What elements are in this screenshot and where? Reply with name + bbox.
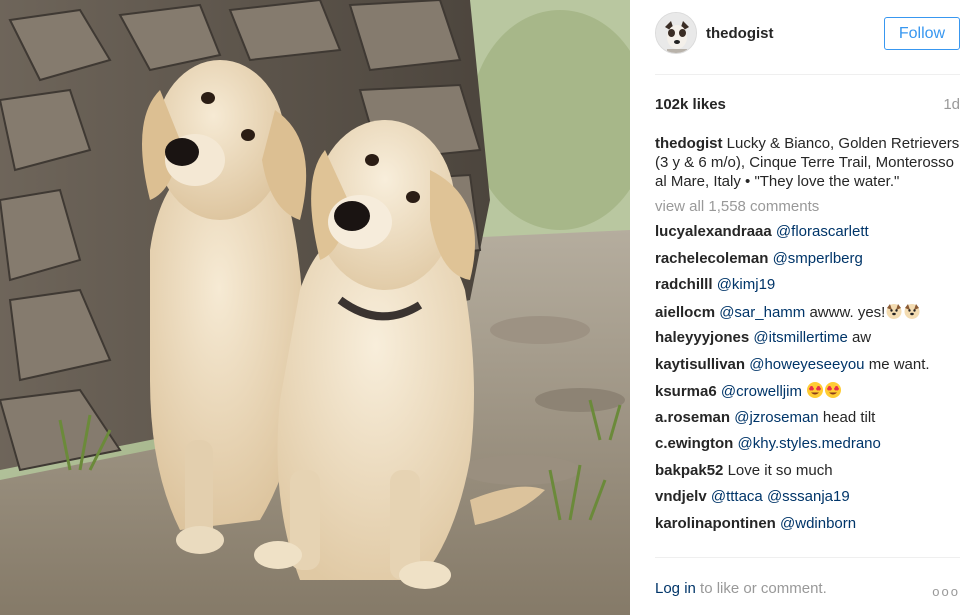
comment-mention[interactable]: @wdinborn bbox=[780, 515, 856, 532]
comment-mention[interactable]: @jzroseman bbox=[734, 409, 818, 426]
comment-text: Love it so much bbox=[727, 461, 833, 479]
header-divider bbox=[655, 74, 960, 75]
comment-mention[interactable]: @smperlberg bbox=[773, 250, 863, 267]
post-timestamp[interactable]: 1d bbox=[943, 96, 960, 113]
golden-retrievers-photo bbox=[0, 0, 630, 615]
comment-username[interactable]: vndjelv bbox=[655, 488, 707, 505]
login-prompt-text: to like or comment. bbox=[695, 580, 827, 597]
comment-username[interactable]: radchilll bbox=[655, 276, 713, 293]
comment-row: haleyyyjones @itsmillertime aw bbox=[655, 328, 960, 355]
footer-divider bbox=[655, 557, 960, 558]
comment-row: vndjelv @tttaca @sssanja19 bbox=[655, 487, 960, 514]
post-header: thedogist Follow bbox=[655, 12, 960, 54]
comment-username[interactable]: bakpak52 bbox=[655, 462, 723, 479]
comment-mention[interactable]: @tttaca @sssanja19 bbox=[711, 488, 850, 505]
comment-username[interactable]: c.ewington bbox=[655, 435, 733, 452]
view-all-comments-link[interactable]: view all 1,558 comments bbox=[655, 197, 960, 216]
post-footer: Log in to like or comment. ooo bbox=[655, 580, 960, 604]
comment-row: bakpak52 Love it so much bbox=[655, 461, 960, 488]
comment-username[interactable]: aiellocm bbox=[655, 304, 715, 321]
heart-eyes-emoji-icon bbox=[806, 381, 824, 404]
comment-row: aiellocm @sar_hamm awww. yes! bbox=[655, 302, 960, 329]
dog-face-emoji-icon bbox=[885, 302, 903, 325]
comment-username[interactable]: rachelecoleman bbox=[655, 250, 768, 267]
comment-row: kaytisullivan @howeyeseeyou me want. bbox=[655, 355, 960, 382]
comment-mention[interactable]: @crowelljim bbox=[721, 383, 802, 400]
comment-username[interactable]: kaytisullivan bbox=[655, 356, 745, 373]
comment-row: rachelecoleman @smperlberg bbox=[655, 249, 960, 276]
heart-eyes-emoji-icon bbox=[824, 381, 842, 404]
comment-mention[interactable]: @kimj19 bbox=[717, 276, 776, 293]
avatar[interactable] bbox=[655, 12, 697, 54]
comment-row: lucyalexandraaa @florascarlett bbox=[655, 222, 960, 249]
comment-row: c.ewington @khy.styles.medrano bbox=[655, 434, 960, 461]
comment-username[interactable]: a.roseman bbox=[655, 409, 730, 426]
likes-count[interactable]: 102k likes bbox=[655, 96, 726, 113]
comment-mention[interactable]: @itsmillertime bbox=[753, 329, 847, 346]
comment-row: ksurma6 @crowelljim bbox=[655, 381, 960, 408]
comment-row: radchilll @kimj19 bbox=[655, 275, 960, 302]
comment-username[interactable]: lucyalexandraaa bbox=[655, 223, 772, 240]
post-caption: thedogist Lucky & Bianco, Golden Retriev… bbox=[655, 134, 960, 191]
comment-username[interactable]: ksurma6 bbox=[655, 383, 717, 400]
login-link[interactable]: Log in bbox=[655, 580, 696, 597]
post-username[interactable]: thedogist bbox=[706, 25, 774, 42]
comment-row: karolinapontinen @wdinborn bbox=[655, 514, 960, 541]
comment-mention[interactable]: @howeyeseeyou bbox=[749, 356, 864, 373]
comment-mention[interactable]: @khy.styles.medrano bbox=[738, 435, 881, 452]
post-photo bbox=[0, 0, 630, 615]
comment-username[interactable]: karolinapontinen bbox=[655, 515, 776, 532]
comment-text: me want. bbox=[868, 355, 930, 373]
dog-avatar-icon bbox=[656, 13, 696, 53]
comment-text: head tilt bbox=[822, 408, 876, 426]
comments-list: thedogist Lucky & Bianco, Golden Retriev… bbox=[655, 134, 960, 554]
comment-text: aw bbox=[851, 329, 872, 346]
post-sidebar: thedogist Follow 102k likes 1d thedogist… bbox=[630, 0, 980, 615]
caption-username[interactable]: thedogist bbox=[655, 135, 723, 152]
comment-mention[interactable]: @sar_hamm bbox=[719, 304, 805, 321]
follow-button[interactable]: Follow bbox=[884, 17, 960, 50]
dog-face-emoji-icon bbox=[903, 302, 921, 325]
comment-text: awww. yes! bbox=[809, 303, 886, 321]
comment-row: a.roseman @jzroseman head tilt bbox=[655, 408, 960, 435]
comment-mention[interactable]: @florascarlett bbox=[776, 223, 869, 240]
comment-username[interactable]: haleyyyjones bbox=[655, 329, 749, 346]
more-options-icon[interactable]: ooo bbox=[932, 584, 960, 599]
